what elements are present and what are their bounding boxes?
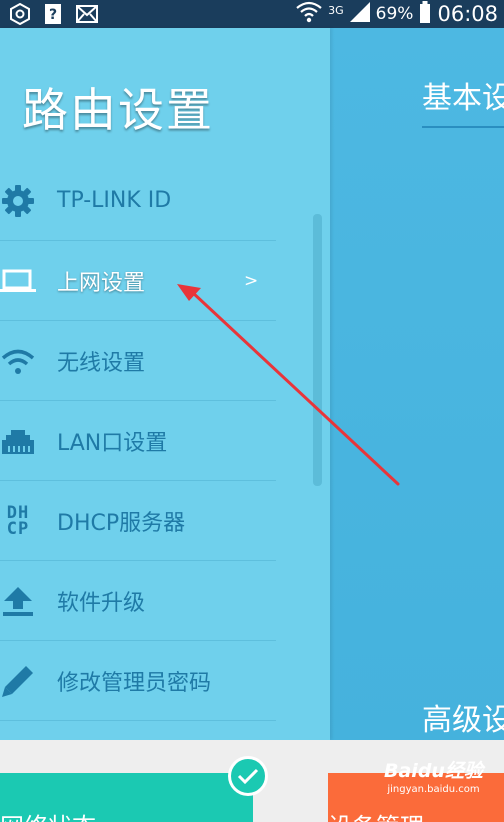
section-underline [422, 126, 504, 128]
menu-label: TP-LINK ID [57, 188, 172, 213]
menu-label: 无线设置 [57, 350, 146, 376]
network-status-card[interactable]: 网络状态 [0, 773, 253, 822]
mail-icon [76, 5, 98, 27]
menu-item-upgrade[interactable]: 软件升级 [0, 561, 276, 641]
network-type: 3G [328, 3, 344, 17]
ethernet-port-icon [0, 423, 36, 459]
navigation-drawer: 路由设置 TP-LINK ID 上网设置 > 无线设置 LAN口设置 DH CP… [0, 28, 330, 740]
menu-item-wireless[interactable]: 无线设置 [0, 321, 276, 401]
watermark-brand: Baidu经验 [384, 760, 483, 782]
watermark-url: jingyan.baidu.com [387, 784, 480, 795]
pencil-icon [0, 663, 36, 699]
menu-label: DHCP服务器 [57, 510, 186, 536]
drawer-menu: TP-LINK ID 上网设置 > 无线设置 LAN口设置 DH CP DHCP… [0, 161, 276, 721]
dhcp-icon-text-line2: CP [6, 519, 30, 539]
section-basic-title[interactable]: 基本设 [422, 73, 504, 117]
help-icon: ? [44, 3, 62, 29]
menu-item-password[interactable]: 修改管理员密码 [0, 641, 276, 721]
wifi-icon [0, 343, 36, 379]
menu-item-internet[interactable]: 上网设置 > [0, 241, 276, 321]
menu-label: LAN口设置 [57, 430, 168, 456]
drawer-scrollbar[interactable] [313, 214, 322, 486]
menu-item-lan[interactable]: LAN口设置 [0, 401, 276, 481]
chevron-right-icon: > [244, 270, 259, 291]
menu-item-tplink-id[interactable]: TP-LINK ID [0, 161, 276, 241]
laptop-icon [0, 263, 36, 299]
gear-icon [0, 183, 36, 219]
network-status-label: 网络状态 [0, 807, 96, 822]
menu-item-dhcp[interactable]: DH CP DHCP服务器 [0, 481, 276, 561]
status-bar: ? 3G 69% 06:08 [0, 0, 504, 28]
menu-label: 软件升级 [57, 590, 146, 616]
wifi-icon [296, 1, 322, 28]
clock: 06:08 [437, 2, 498, 26]
signal-icon [349, 1, 370, 27]
section-advanced-title[interactable]: 高级设 [422, 695, 504, 739]
check-icon [228, 756, 268, 796]
baidu-watermark: Baidu经验 jingyan.baidu.com [384, 756, 483, 795]
drawer-title: 路由设置 [22, 83, 214, 137]
menu-label: 上网设置 [57, 270, 146, 296]
settings-hex-icon [10, 2, 30, 29]
upload-icon [0, 583, 36, 619]
menu-label: 修改管理员密码 [57, 670, 212, 696]
dhcp-icon: DH CP [0, 503, 36, 539]
battery-percent: 69% [375, 4, 414, 24]
svg-text:?: ? [49, 7, 57, 23]
battery-icon [419, 0, 431, 28]
bottom-panel: 网络状态 设备管理 Baidu经验 jingyan.baidu.com [0, 740, 504, 822]
device-manage-label: 设备管理 [328, 807, 424, 822]
content-panel: 基本设 高级设 [330, 28, 504, 740]
